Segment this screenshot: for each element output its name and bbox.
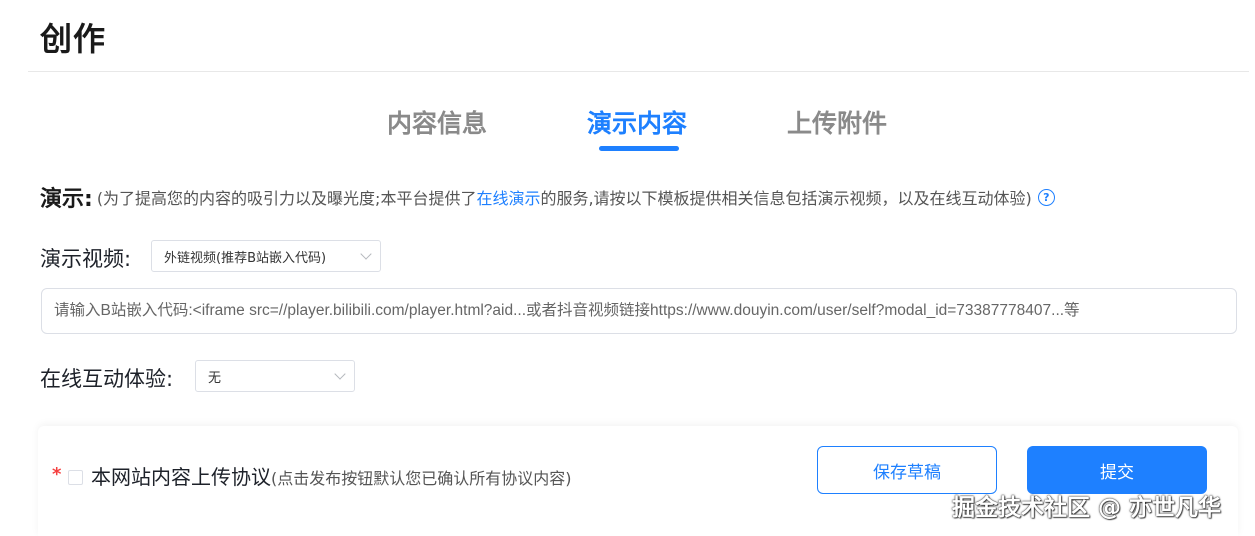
online-demo-link[interactable]: 在线演示 [476,185,540,209]
demo-video-label: 演示视频: [40,247,132,271]
interactive-experience-select-value: 无 [208,370,222,386]
page-title: 创作 [40,20,107,58]
interactive-experience-select[interactable]: 无 [195,360,355,392]
demo-intro-text-before: (为了提高您的内容的吸引力以及曝光度;本平台提供了 [96,189,477,208]
tab-bar: 内容信息 演示内容 上传附件 [0,104,1255,154]
watermark: 掘金技术社区 @ 亦世凡华 [952,495,1222,521]
save-draft-button[interactable]: 保存草稿 [817,446,997,494]
video-type-select[interactable]: 外链视频(推荐B站嵌入代码) [151,240,381,272]
video-type-select-value: 外链视频(推荐B站嵌入代码) [164,250,327,266]
embed-code-input[interactable] [41,288,1237,334]
tab-content-info[interactable]: 内容信息 [387,104,487,140]
agreement-link[interactable]: 本网站内容上传协议 [91,465,271,489]
interactive-experience-label: 在线互动体验: [40,367,174,391]
chevron-down-icon [334,368,346,380]
active-tab-indicator [599,146,679,151]
tab-demo-content[interactable]: 演示内容 [587,104,687,140]
demo-intro-text-after: 的服务,请按以下模板提供相关信息包括演示视频，以及在线互动体验) [540,189,1032,208]
agreement-checkbox[interactable] [68,470,83,485]
agreement-text: 本网站内容上传协议(点击发布按钮默认您已确认所有协议内容) [91,461,572,490]
submit-button[interactable]: 提交 [1027,446,1207,494]
question-circle-icon[interactable]: ? [1037,188,1055,206]
header-divider [28,71,1249,72]
required-mark: * [52,464,62,485]
tab-upload-attachment[interactable]: 上传附件 [787,104,887,140]
chevron-down-icon [360,248,372,260]
demo-intro-label: 演示: [40,187,93,212]
demo-intro: 演示: (为了提高您的内容的吸引力以及曝光度;本平台提供了 在线演示 的服务,请… [40,181,1055,213]
agreement-note: (点击发布按钮默认您已确认所有协议内容) [271,469,572,488]
